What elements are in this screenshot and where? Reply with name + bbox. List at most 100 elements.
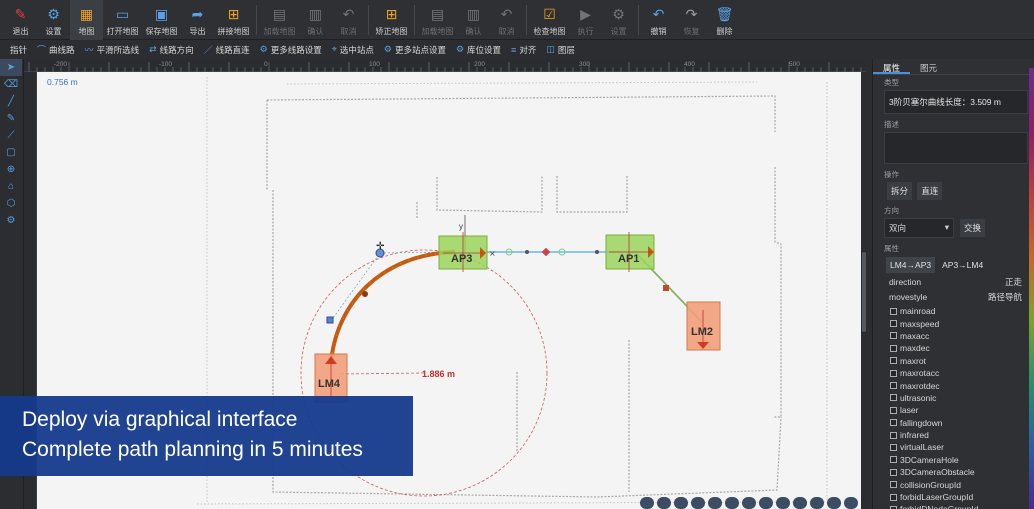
checkbox-box[interactable] xyxy=(890,332,897,340)
attr-checkbox-maxrotdec[interactable]: maxrotdec xyxy=(873,379,1034,391)
station-ap1[interactable]: AP1 xyxy=(605,232,655,272)
canvas-tool-icon[interactable] xyxy=(844,497,858,509)
station-lm2[interactable]: LM2 xyxy=(686,301,721,351)
canvas-tool-icon[interactable] xyxy=(708,497,722,509)
toolbar-button-6[interactable]: ⊞ 拼接地图 xyxy=(214,0,253,40)
checkbox-box[interactable] xyxy=(890,307,897,315)
canvas-tool-icon[interactable] xyxy=(674,497,688,509)
tab-lm4-to-ap3[interactable]: LM4→AP3 xyxy=(886,257,936,273)
toolbar-button-14[interactable]: ☑ 检查地图 xyxy=(530,0,569,40)
path-toolbar-item-7[interactable]: ⚙ 更多站点设置 xyxy=(384,44,446,56)
toolbar-button-0[interactable]: ✎ 退出 xyxy=(4,0,37,40)
canvas-tool-icon[interactable] xyxy=(691,497,705,509)
canvas-tool-icon[interactable] xyxy=(827,497,841,509)
tab-ap3-to-lm4[interactable]: AP3→LM4 xyxy=(938,257,988,273)
checkbox-box[interactable] xyxy=(890,468,897,476)
checkbox-box[interactable] xyxy=(890,419,897,427)
path-toolbar-item-5[interactable]: ⚙ 更多线路设置 xyxy=(260,44,322,56)
checkbox-box[interactable] xyxy=(890,394,897,402)
station-lm4[interactable]: LM4 xyxy=(314,353,348,403)
pointer-icon[interactable]: ➤ xyxy=(0,59,22,76)
path-midpoint-marker[interactable] xyxy=(663,285,669,291)
eraser-icon[interactable]: ⌫ xyxy=(0,76,22,93)
checkbox-box[interactable] xyxy=(890,493,897,501)
tab-elements[interactable]: 图元 xyxy=(910,59,947,74)
checkbox-box[interactable] xyxy=(890,357,897,365)
toolbar-button-1[interactable]: ⚙ 设置 xyxy=(37,0,70,40)
checkbox-box[interactable] xyxy=(890,456,897,464)
canvas-scroll-thumb[interactable] xyxy=(862,252,866,332)
attr-checkbox-forbidDNodeGroupId[interactable]: forbidDNodeGroupId xyxy=(873,503,1034,509)
toolbar-button-19[interactable]: 🗑 删除 xyxy=(708,0,741,40)
movestyle-value[interactable]: 路径导航 xyxy=(988,291,1022,303)
attr-checkbox-maxacc[interactable]: maxacc xyxy=(873,330,1034,342)
toolbar-button-4[interactable]: ▣ 保存地图 xyxy=(142,0,181,40)
attr-checkbox-maxdec[interactable]: maxdec xyxy=(873,342,1034,354)
path-toolbar-item-4[interactable]: ／线路直连 xyxy=(204,43,250,56)
attr-checkbox-virtualLaser[interactable]: virtualLaser xyxy=(873,441,1034,453)
rect-tool-icon[interactable]: ▢ xyxy=(0,144,22,161)
attr-checkbox-3DCameraObstacle[interactable]: 3DCameraObstacle xyxy=(873,466,1034,478)
toolbar-button-17[interactable]: ↶ 撤销 xyxy=(642,0,675,40)
line-tool-icon[interactable]: ╱ xyxy=(0,93,22,110)
canvas-scrollbar[interactable] xyxy=(861,72,867,509)
caption-line-1: Deploy via graphical interface xyxy=(22,408,298,431)
path-toolbar-item-3[interactable]: ⇄ 线路方向 xyxy=(149,44,194,56)
attr-checkbox-mainroad[interactable]: mainroad xyxy=(873,305,1034,317)
polyline-tool-icon[interactable]: ⟋ xyxy=(0,127,22,144)
checkbox-box[interactable] xyxy=(890,320,897,328)
toolbar-button-5[interactable]: ➦ 导出 xyxy=(181,0,214,40)
path-toolbar-item-8[interactable]: ⚙ 库位设置 xyxy=(456,44,501,56)
checkbox-box[interactable] xyxy=(890,382,897,390)
direction-value[interactable]: 正走 xyxy=(1005,276,1022,288)
canvas-tool-icon[interactable] xyxy=(810,497,824,509)
canvas-tool-icon[interactable] xyxy=(759,497,773,509)
path-toolbar-item-2[interactable]: 〰平滑所选线 xyxy=(85,43,140,56)
checkbox-box[interactable] xyxy=(890,406,897,414)
attr-checkbox-forbidLaserGroupId[interactable]: forbidLaserGroupId xyxy=(873,491,1034,503)
checkbox-box[interactable] xyxy=(890,443,897,451)
attr-checkbox-fallingdown[interactable]: fallingdown xyxy=(873,417,1034,429)
path-toolbar-item-6[interactable]: ⌖ 选中站点 xyxy=(332,44,374,56)
toolbar-button-10[interactable]: ⊞ 矫正地图 xyxy=(372,0,411,40)
canvas-tool-icon[interactable] xyxy=(640,497,654,509)
canvas-tool-icon[interactable] xyxy=(657,497,671,509)
attr-checkbox-laser[interactable]: laser xyxy=(873,404,1034,416)
checkbox-box[interactable] xyxy=(890,369,897,377)
straight-connect-button[interactable]: 直连 xyxy=(917,182,943,200)
description-field[interactable] xyxy=(884,132,1028,164)
attr-checkbox-maxspeed[interactable]: maxspeed xyxy=(873,317,1034,329)
canvas-tool-icon[interactable] xyxy=(793,497,807,509)
attr-checkbox-collisionGroupId[interactable]: collisionGroupId xyxy=(873,478,1034,490)
pen-tool-icon[interactable]: ✎ xyxy=(0,110,22,127)
canvas-tool-icon[interactable] xyxy=(725,497,739,509)
direction-select[interactable]: 双向 ▾ xyxy=(884,218,954,238)
tab-properties[interactable]: 属性 xyxy=(873,59,911,74)
bezier-handle[interactable] xyxy=(362,291,368,297)
canvas-tool-icon[interactable] xyxy=(776,497,790,509)
bezier-path-lm4-ap3[interactable] xyxy=(329,250,456,363)
path-toolbar-item-9[interactable]: ≡ 对齐 xyxy=(511,44,536,56)
control-point-1[interactable] xyxy=(326,316,334,324)
attr-checkbox-infrared[interactable]: infrared xyxy=(873,429,1034,441)
station-ap3[interactable]: AP3 xyxy=(438,232,488,272)
gear-tool-icon[interactable]: ⚙ xyxy=(0,212,22,229)
station-tool-icon[interactable]: ⊕ xyxy=(0,161,22,178)
attr-checkbox-ultrasonic[interactable]: ultrasonic xyxy=(873,392,1034,404)
region-tool-icon[interactable]: ⬡ xyxy=(0,195,22,212)
toolbar-button-3[interactable]: ▭ 打开地图 xyxy=(103,0,142,40)
checkbox-box[interactable] xyxy=(890,481,897,489)
path-toolbar-item-10[interactable]: ◫ 图层 xyxy=(546,44,575,56)
checkbox-box[interactable] xyxy=(890,344,897,352)
attr-checkbox-3DCameraHole[interactable]: 3DCameraHole xyxy=(873,454,1034,466)
canvas-tool-icon[interactable] xyxy=(742,497,756,509)
attr-checkbox-maxrot[interactable]: maxrot xyxy=(873,355,1034,367)
checkbox-box[interactable] xyxy=(890,431,897,439)
path-toolbar-item-0[interactable]: 指针 xyxy=(10,44,27,56)
toolbar-button-2[interactable]: ▦ 地图 xyxy=(70,0,103,40)
path-toolbar-item-1[interactable]: ⌒ 曲线路 xyxy=(37,43,75,56)
split-button[interactable]: 拆分 xyxy=(887,182,913,200)
robot-tool-icon[interactable]: ⌂ xyxy=(0,178,22,195)
attr-checkbox-maxrotacc[interactable]: maxrotacc xyxy=(873,367,1034,379)
swap-button[interactable]: 交换 xyxy=(960,219,986,237)
